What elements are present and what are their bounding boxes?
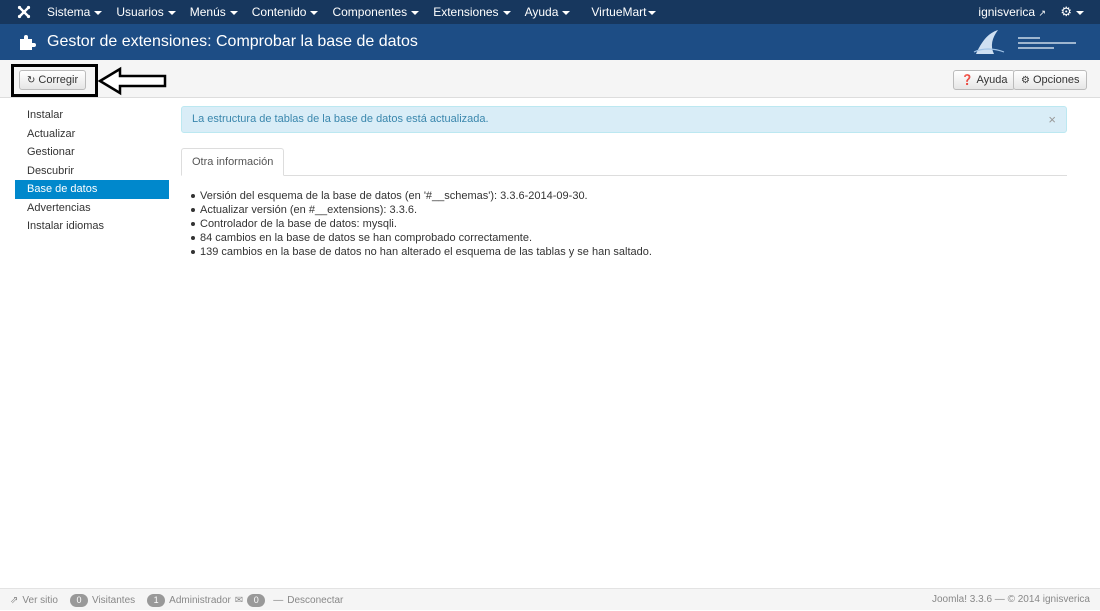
messages-count-badge[interactable]: 0: [247, 593, 266, 607]
sidebar-item-install-languages[interactable]: Instalar idiomas: [15, 217, 169, 236]
alert-message: La estructura de tablas de la base de da…: [192, 113, 489, 125]
caret-down-icon: [229, 10, 238, 15]
info-alert: La estructura de tablas de la base de da…: [181, 106, 1067, 133]
sidebar: Instalar Actualizar Gestionar Descubrir …: [15, 106, 169, 236]
menu-ayuda[interactable]: Ayuda: [518, 0, 578, 24]
options-button[interactable]: ⚙ Opciones: [1013, 70, 1088, 90]
caret-down-icon: [310, 10, 319, 15]
list-item: Actualizar versión (en #__extensions): 3…: [189, 203, 652, 217]
puzzle-icon: [20, 35, 36, 50]
sidebar-item-database[interactable]: Base de datos: [15, 180, 169, 199]
close-icon[interactable]: ×: [1048, 107, 1056, 132]
sidebar-item-install[interactable]: Instalar: [15, 106, 169, 125]
highlight-box: [11, 64, 98, 97]
top-navbar: Sistema Usuarios Menús Contenido Compone…: [0, 0, 1100, 24]
menu-menus[interactable]: Menús: [183, 0, 245, 24]
caret-down-icon: [411, 10, 420, 15]
tab-bar: Otra información: [181, 148, 1067, 176]
visitors-count-badge: 0: [69, 593, 88, 607]
joomla-logo-icon[interactable]: [12, 0, 36, 24]
page-header: Gestor de extensiones: Comprobar la base…: [0, 24, 1100, 60]
menu-componentes[interactable]: Componentes: [325, 0, 426, 24]
gear-icon[interactable]: ⚙: [1060, 0, 1084, 24]
menu-sistema[interactable]: Sistema: [40, 0, 109, 24]
brand-logo: [973, 30, 1076, 54]
view-site-link[interactable]: Ver sitio: [22, 595, 58, 606]
gear-icon: ⚙: [1021, 75, 1030, 86]
sidebar-item-warnings[interactable]: Advertencias: [15, 199, 169, 218]
info-list: Versión del esquema de la base de datos …: [189, 189, 652, 259]
menu-extensiones[interactable]: Extensiones: [426, 0, 517, 24]
envelope-icon: ✉: [234, 594, 244, 606]
list-item: Versión del esquema de la base de datos …: [189, 189, 652, 203]
question-icon: ❓: [961, 75, 974, 86]
caret-down-icon: [1076, 10, 1084, 15]
version-info: Joomla! 3.3.6 — © 2014 ignisverica: [931, 594, 1090, 605]
menu-virtuemart[interactable]: VirtueMart: [577, 0, 662, 24]
logout-link[interactable]: Desconectar: [287, 595, 343, 606]
caret-down-icon: [94, 10, 103, 15]
menu-usuarios[interactable]: Usuarios: [109, 0, 182, 24]
list-item: 139 cambios en la base de datos no han a…: [189, 245, 652, 259]
annotation-arrow-icon: [98, 66, 167, 96]
footer-status: ⇗ Ver sitio 0 Visitantes 1 Administrador…: [10, 589, 343, 611]
user-link[interactable]: ignisverica ↗: [978, 0, 1046, 25]
list-item: 84 cambios en la base de datos se han co…: [189, 231, 652, 245]
main-menu: Sistema Usuarios Menús Contenido Compone…: [40, 0, 663, 24]
caret-down-icon: [647, 10, 656, 15]
visitors-label: Visitantes: [91, 594, 136, 606]
external-link-icon: ⇗: [10, 594, 19, 606]
sidebar-item-manage[interactable]: Gestionar: [15, 143, 169, 162]
admin-label: Administrador: [169, 594, 231, 606]
menu-contenido[interactable]: Contenido: [245, 0, 326, 24]
external-link-icon: ↗: [1038, 8, 1046, 18]
caret-down-icon: [562, 10, 571, 15]
caret-down-icon: [502, 10, 511, 15]
help-button[interactable]: ❓ Ayuda: [953, 70, 1016, 90]
admin-count-badge: 1: [147, 593, 166, 607]
sidebar-item-discover[interactable]: Descubrir: [15, 162, 169, 181]
tab-other-info[interactable]: Otra información: [181, 148, 285, 176]
list-item: Controlador de la base de datos: mysqli.: [189, 217, 652, 231]
page-title: Gestor de extensiones: Comprobar la base…: [47, 33, 418, 50]
sidebar-item-update[interactable]: Actualizar: [15, 125, 169, 144]
status-footer: ⇗ Ver sitio 0 Visitantes 1 Administrador…: [0, 588, 1100, 610]
caret-down-icon: [167, 10, 176, 15]
minus-icon: —: [273, 594, 284, 606]
